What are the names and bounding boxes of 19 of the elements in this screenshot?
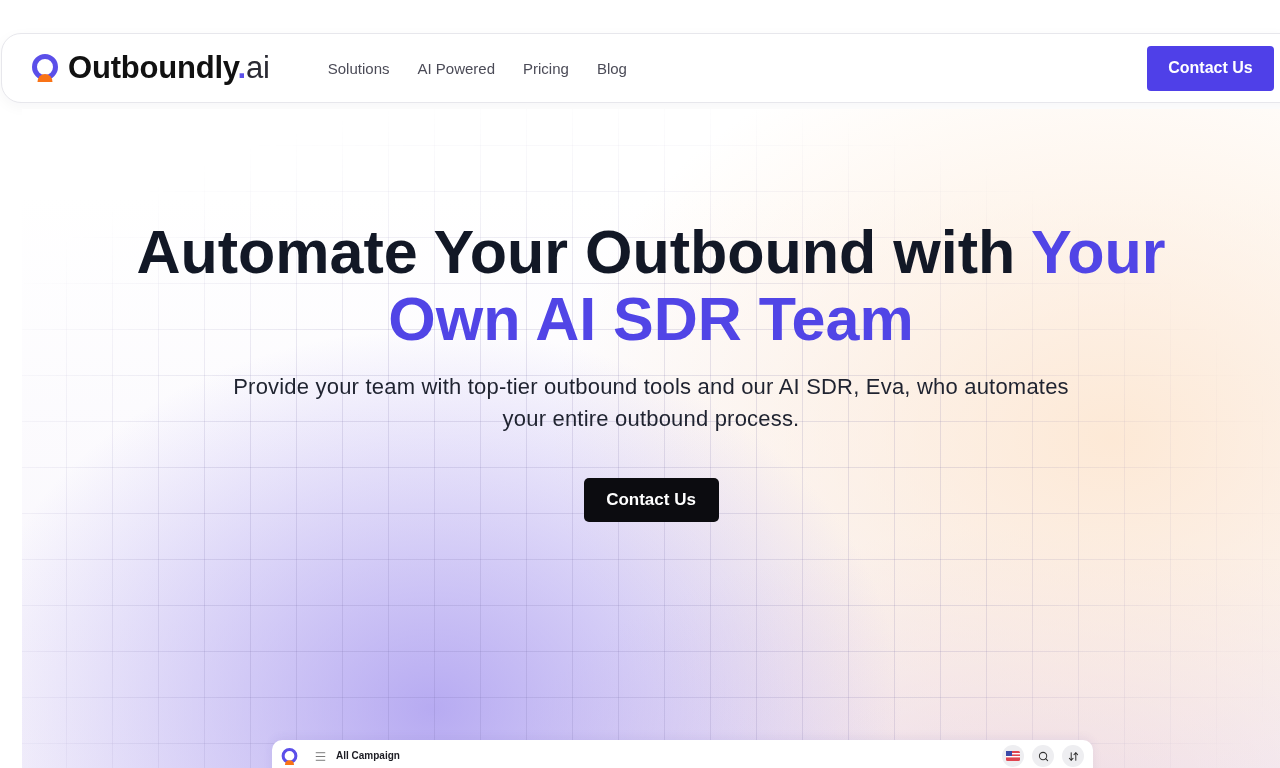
nav-link[interactable]: Blog xyxy=(596,59,627,77)
search-button[interactable] xyxy=(1032,745,1054,767)
sort-icon xyxy=(1067,750,1079,762)
nav-link[interactable]: AI Powered xyxy=(417,59,496,77)
flag-icon xyxy=(1006,751,1020,761)
logo-icon xyxy=(281,747,298,765)
hero-subtitle: Provide your team with top-tier outbound tools and our AI SDR, Eva, who automates your entire outbound process. xyxy=(232,373,1070,433)
nav-link[interactable]: Pricing xyxy=(523,59,569,77)
sort-button[interactable] xyxy=(1062,745,1084,767)
logo-wordmark[interactable]: Outboundly.ai xyxy=(68,50,270,86)
page-title: All Campaign xyxy=(336,749,400,763)
flag-button[interactable] xyxy=(1002,745,1024,767)
logo-icon xyxy=(31,54,59,82)
hero-title: Automate Your Outbound with Your Own AI SDR Team xyxy=(135,219,1167,353)
menu-icon[interactable] xyxy=(314,749,327,763)
nav-link[interactable]: Solutions xyxy=(327,59,390,77)
search-icon xyxy=(1037,750,1049,762)
contact-button[interactable]: Contact Us xyxy=(1147,45,1274,91)
contact-button[interactable]: Contact Us xyxy=(583,478,719,522)
